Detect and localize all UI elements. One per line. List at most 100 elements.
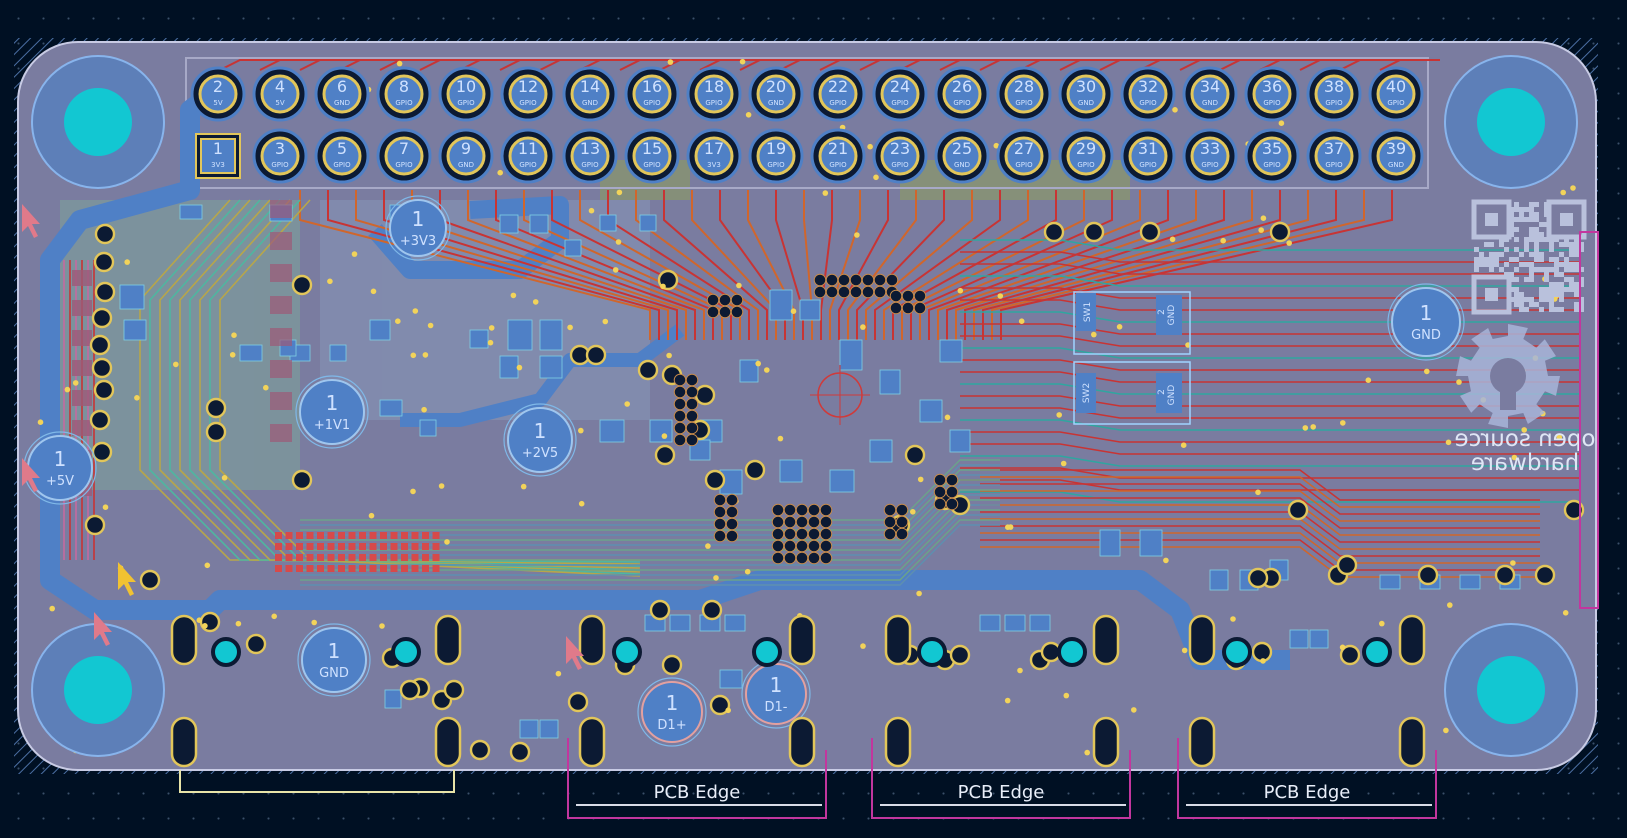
slot-pad[interactable] [788,716,816,768]
smd-pad[interactable] [1029,614,1051,632]
slot-pad[interactable] [434,614,462,666]
smd-pad[interactable] [270,264,292,282]
mounting-hole-br[interactable] [1444,623,1578,757]
smd-pad[interactable] [724,614,746,632]
slot-pad[interactable] [884,716,912,768]
header-pin-39[interactable]: 39 GND [1368,128,1424,184]
round-pad[interactable] [1222,637,1252,667]
header-pin-13[interactable]: 13 GPIO [562,128,618,184]
smd-pad[interactable] [519,719,539,739]
smd-pad[interactable] [72,390,92,406]
slot-pad[interactable] [170,716,198,768]
smd-pad[interactable] [939,339,963,363]
header-pin-20[interactable]: 20 GND [748,66,804,122]
smd-pad[interactable] [499,355,519,379]
header-pin-21[interactable]: 21 GPIO [810,128,866,184]
via[interactable] [469,739,491,761]
via[interactable] [1534,564,1556,586]
via[interactable] [245,633,267,655]
smd-pad[interactable] [564,239,582,257]
header-pin-35[interactable]: 35 GPIO [1244,128,1300,184]
header-pin-27[interactable]: 27 GPIO [996,128,1052,184]
smd-pad[interactable] [599,214,617,232]
smd-pad[interactable] [179,204,203,220]
via[interactable] [89,409,111,431]
smd-pad[interactable] [1289,629,1309,649]
smd-pad[interactable] [123,319,147,341]
header-pin-26[interactable]: 26 GPIO [934,66,990,122]
via[interactable] [661,654,683,676]
smd-pad[interactable] [72,300,92,316]
smd-pad[interactable] [239,344,263,362]
via[interactable] [509,741,531,763]
via[interactable] [637,359,659,381]
via[interactable] [704,469,726,491]
header-pin-12[interactable]: 12 GPIO [500,66,556,122]
testpoint-p1v1[interactable]: 1 +1V1 [295,375,369,449]
header-pin-30[interactable]: 30 GND [1058,66,1114,122]
via[interactable] [694,384,716,406]
mounting-hole-tr[interactable] [1444,55,1578,189]
smd-pad[interactable] [719,669,743,689]
smd-pad[interactable] [369,319,391,341]
header-pin-19[interactable]: 19 GPIO [748,128,804,184]
slot-pad[interactable] [788,614,816,666]
header-pin-23[interactable]: 23 GPIO [872,128,928,184]
round-pad[interactable] [752,637,782,667]
header-pin-2[interactable]: 25V [190,66,246,122]
smd-pad[interactable] [72,330,92,346]
smd-pad[interactable] [649,419,673,443]
testpoint-gnd[interactable]: 1 GND [1387,283,1465,361]
smd-pad[interactable] [270,328,292,346]
smd-pad[interactable] [1209,569,1229,591]
header-pin-17[interactable]: 173V3 [686,128,742,184]
slot-pad[interactable] [1188,716,1216,768]
via[interactable] [399,679,421,701]
header-pin-24[interactable]: 24 GPIO [872,66,928,122]
via[interactable] [91,441,113,463]
smd-pad[interactable] [1004,614,1026,632]
pcb-canvas[interactable]: 2 5V 1 3V3 4 5V 3 GPIO 6 GND 5 GPIO 8 GPIO 7 GPIO 10 GPIO… [0,0,1627,838]
smd-pad[interactable] [270,360,292,378]
via[interactable] [649,599,671,621]
via[interactable] [291,469,313,491]
header-pin-29[interactable]: 29 GPIO [1058,128,1114,184]
via[interactable] [585,344,607,366]
via[interactable] [1083,221,1105,243]
header-pin-36[interactable]: 36 GPIO [1244,66,1300,122]
slot-pad[interactable] [434,716,462,768]
smd-pad[interactable] [779,459,803,483]
round-pad[interactable] [391,637,421,667]
smd-pad[interactable] [539,719,559,739]
via[interactable] [1494,564,1516,586]
smd-pad[interactable] [419,419,437,437]
header-pin-38[interactable]: 38 GPIO [1306,66,1362,122]
smd-pad[interactable] [507,319,533,351]
via[interactable] [94,223,116,245]
smd-pad[interactable] [539,319,563,351]
header-pin-10[interactable]: 10 GPIO [438,66,494,122]
smd-pad[interactable] [469,329,489,349]
smd-pad[interactable] [799,299,821,321]
smd-pad[interactable] [270,200,292,218]
via[interactable] [93,379,115,401]
slot-pad[interactable] [170,614,198,666]
via[interactable] [654,444,676,466]
slot-pad[interactable] [884,614,912,666]
mounting-hole-tl[interactable] [31,55,165,189]
slot-pad[interactable] [1092,614,1120,666]
testpoint-p3v3[interactable]: 1 +3V3 [385,195,451,261]
via[interactable] [1269,221,1291,243]
smd-pad[interactable] [72,270,92,286]
slot-pad[interactable] [1092,716,1120,768]
smd-pad[interactable] [639,214,657,232]
round-pad[interactable] [1057,637,1087,667]
round-pad[interactable] [211,637,241,667]
header-pin-37[interactable]: 37 GPIO [1306,128,1362,184]
via[interactable] [1287,499,1309,521]
smd-pad[interactable] [270,232,292,250]
testpoint-p2v5[interactable]: 1 +2V5 [503,403,577,477]
via[interactable] [205,397,227,419]
via[interactable] [701,599,723,621]
round-pad[interactable] [1362,637,1392,667]
